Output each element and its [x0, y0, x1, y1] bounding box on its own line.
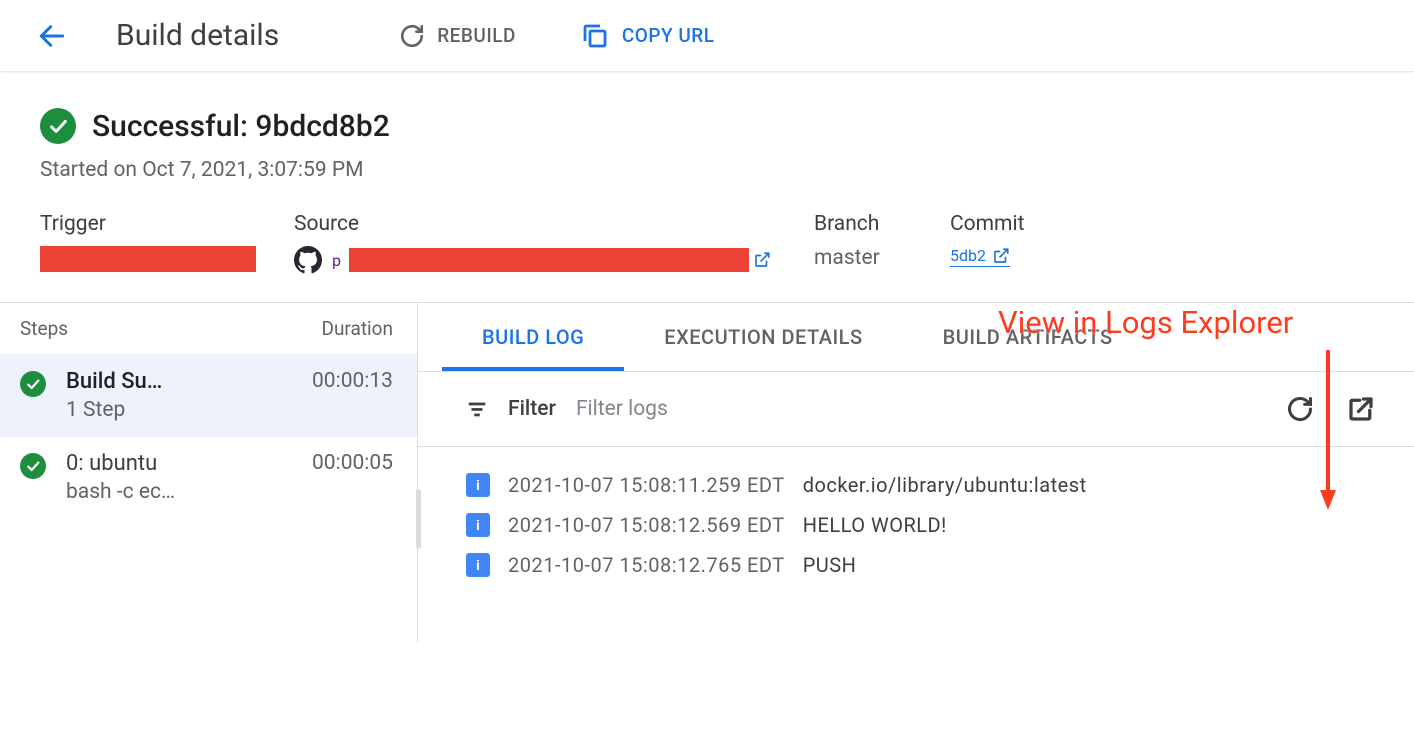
- external-link-icon: [992, 247, 1010, 265]
- log-message: HELLO WORLD!: [803, 513, 947, 537]
- refresh-logs-button[interactable]: [1280, 389, 1320, 429]
- log-message: docker.io/library/ubuntu:latest: [803, 473, 1087, 497]
- steps-panel: Steps Duration Build Su… 1 Step 00:00:13…: [0, 303, 418, 642]
- log-line[interactable]: i 2021-10-07 15:08:11.259 EDT docker.io/…: [466, 465, 1414, 505]
- info-icon: i: [466, 553, 490, 577]
- branch-label: Branch: [814, 212, 950, 236]
- source-prefix: p: [332, 251, 341, 270]
- rebuild-label: REBUILD: [437, 24, 516, 47]
- trigger-column: Trigger: [40, 212, 294, 274]
- meta-row: Trigger Source p Branch master Commit 5d: [40, 212, 1374, 274]
- started-on: Started on Oct 7, 2021, 3:07:59 PM: [40, 158, 1374, 182]
- github-icon: [294, 246, 322, 274]
- branch-column: Branch master: [814, 212, 950, 274]
- commit-column: Commit 5db2: [950, 212, 1024, 274]
- logs-panel: BUILD LOG EXECUTION DETAILS BUILD ARTIFA…: [418, 303, 1414, 642]
- open-in-logs-explorer-button[interactable]: [1340, 388, 1382, 430]
- info-icon: i: [466, 473, 490, 497]
- log-line[interactable]: i 2021-10-07 15:08:12.765 EDT PUSH: [466, 545, 1414, 585]
- commit-label: Commit: [950, 212, 1024, 236]
- tab-execution-details[interactable]: EXECUTION DETAILS: [624, 303, 902, 371]
- external-link-icon: [753, 251, 771, 269]
- log-timestamp: 2021-10-07 15:08:12.765 EDT: [508, 553, 785, 577]
- copy-icon: [580, 21, 610, 51]
- tab-build-log[interactable]: BUILD LOG: [442, 303, 624, 371]
- steps-header-label: Steps: [20, 317, 68, 340]
- trigger-label: Trigger: [40, 212, 294, 236]
- summary-duration: 00:00:13: [312, 369, 393, 393]
- step-0-duration: 00:00:05: [312, 451, 393, 475]
- back-arrow-icon[interactable]: [36, 20, 68, 52]
- success-check-icon: [40, 108, 76, 144]
- filter-row: Filter: [418, 372, 1414, 447]
- step-0-title: 0: ubuntu: [66, 451, 292, 476]
- page-title: Build details: [116, 18, 279, 53]
- filter-label: Filter: [508, 397, 556, 421]
- status-text: Successful: 9bdcd8b2: [92, 109, 390, 144]
- success-check-icon: [20, 371, 46, 397]
- source-column: Source p: [294, 212, 814, 274]
- filter-input[interactable]: [576, 397, 1260, 421]
- branch-value: master: [814, 246, 950, 270]
- tabs: BUILD LOG EXECUTION DETAILS BUILD ARTIFA…: [418, 303, 1414, 372]
- tab-build-artifacts[interactable]: BUILD ARTIFACTS: [903, 303, 1153, 371]
- source-link[interactable]: p: [332, 248, 771, 272]
- log-timestamp: 2021-10-07 15:08:11.259 EDT: [508, 473, 785, 497]
- steps-header: Steps Duration: [0, 303, 417, 354]
- build-details-section: Successful: 9bdcd8b2 Started on Oct 7, 2…: [0, 72, 1414, 302]
- source-label: Source: [294, 212, 814, 236]
- build-summary-row[interactable]: Build Su… 1 Step 00:00:13: [0, 354, 417, 436]
- success-check-icon: [20, 453, 46, 479]
- top-bar: Build details REBUILD COPY URL: [0, 0, 1414, 72]
- summary-sub: 1 Step: [66, 398, 292, 422]
- log-timestamp: 2021-10-07 15:08:12.569 EDT: [508, 513, 785, 537]
- trigger-value-redacted: [40, 246, 256, 272]
- info-icon: i: [466, 513, 490, 537]
- log-message: PUSH: [803, 553, 857, 577]
- source-value-redacted: [349, 248, 749, 272]
- duration-header-label: Duration: [321, 317, 393, 340]
- rebuild-button[interactable]: REBUILD: [399, 23, 516, 49]
- commit-link[interactable]: 5db2: [950, 246, 1010, 267]
- status-row: Successful: 9bdcd8b2: [40, 108, 1374, 144]
- copy-url-label: COPY URL: [622, 24, 715, 47]
- step-0-row[interactable]: 0: ubuntu bash -c ec… 00:00:05: [0, 436, 417, 518]
- commit-value: 5db2: [950, 246, 986, 265]
- resize-handle[interactable]: [416, 489, 421, 549]
- split-panels: Steps Duration Build Su… 1 Step 00:00:13…: [0, 302, 1414, 642]
- filter-icon: [466, 398, 488, 420]
- copy-url-button[interactable]: COPY URL: [580, 21, 715, 51]
- log-lines: i 2021-10-07 15:08:11.259 EDT docker.io/…: [418, 447, 1414, 585]
- step-0-sub: bash -c ec…: [66, 480, 292, 504]
- log-line[interactable]: i 2021-10-07 15:08:12.569 EDT HELLO WORL…: [466, 505, 1414, 545]
- refresh-icon: [399, 23, 425, 49]
- summary-title: Build Su…: [66, 369, 292, 394]
